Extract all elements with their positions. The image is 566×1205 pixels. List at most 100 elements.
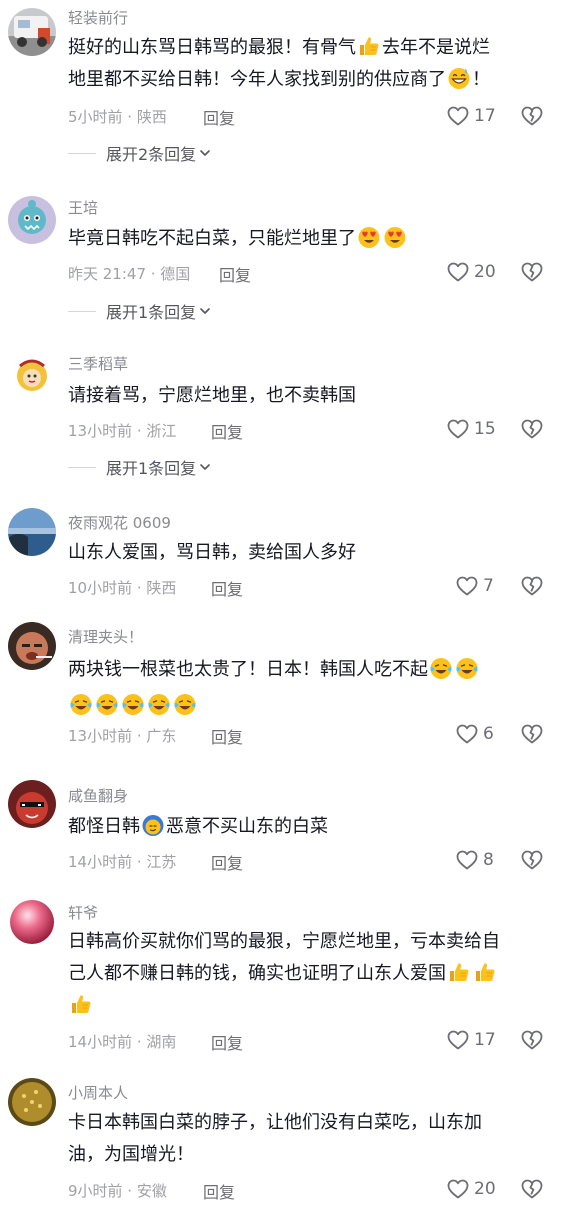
chevron-down-icon: [199, 147, 211, 159]
dislike-button[interactable]: [520, 1028, 544, 1056]
expand-replies-button[interactable]: 展开1条回复: [68, 299, 211, 323]
dislike-button[interactable]: [520, 104, 544, 132]
comment-time-location: 13小时前 · 广东: [68, 727, 177, 745]
like-count: 17: [474, 1030, 496, 1050]
loudly-laughing-emoji-icon: [147, 692, 171, 716]
broken-heart-icon: [520, 104, 544, 128]
avatar[interactable]: [8, 898, 56, 946]
avatar[interactable]: [8, 8, 56, 56]
broken-heart-icon: [520, 260, 544, 284]
comment-time-location: 14小时前 · 湖南: [68, 1033, 177, 1051]
comment-text: 挺好的山东骂日韩骂的最狠！有骨气 去年不是说烂 地里都不买给日韩！今年人家找到别的…: [68, 32, 548, 96]
chevron-down-icon: [199, 305, 211, 317]
broken-heart-icon: [520, 722, 544, 746]
loudly-laughing-emoji-icon: [121, 692, 145, 716]
broken-heart-icon: [520, 417, 544, 441]
chevron-down-icon: [199, 461, 211, 473]
comment-time-location: 13小时前 · 浙江: [68, 422, 177, 440]
comment-username[interactable]: 轻装前行: [68, 7, 128, 28]
dislike-button[interactable]: [520, 417, 544, 445]
comment-username[interactable]: 清理夹头！: [68, 626, 143, 647]
broken-heart-icon: [520, 574, 544, 598]
comment-text: 日韩高价买就你们骂的最狠，宁愿烂地里，亏本卖给自 己人都不赚日韩的钱，确实也证明…: [68, 926, 548, 1022]
comment-text: 山东人爱国，骂日韩，卖给国人多好: [68, 542, 356, 563]
comment-username[interactable]: 轩爷: [68, 902, 98, 923]
like-button[interactable]: 17: [446, 1028, 496, 1052]
loudly-laughing-emoji-icon: [455, 656, 479, 680]
comment-username[interactable]: 王培: [68, 197, 98, 218]
comment-username[interactable]: 小周本人: [68, 1082, 128, 1103]
avatar[interactable]: [8, 196, 56, 244]
like-count: 6: [483, 724, 494, 744]
like-button[interactable]: 6: [455, 722, 494, 746]
like-button[interactable]: 15: [446, 417, 496, 441]
dislike-button[interactable]: [520, 1177, 544, 1205]
expand-replies-label: 展开1条回复: [106, 459, 197, 478]
dislike-button[interactable]: [520, 722, 544, 750]
dislike-button[interactable]: [520, 574, 544, 602]
avatar[interactable]: [8, 780, 56, 828]
like-count: 8: [483, 850, 494, 870]
comment-text: 两块钱一根菜也太贵了！日本！韩国人吃不起: [68, 652, 548, 724]
comment-text: 毕竟日韩吃不起白菜，只能烂地里了: [68, 223, 548, 255]
loudly-laughing-emoji-icon: [173, 692, 197, 716]
expand-replies-label: 展开2条回复: [106, 145, 197, 164]
heart-outline-icon: [446, 1028, 470, 1052]
divider-line: [68, 310, 96, 312]
sly-face-emoji-icon: [141, 813, 165, 837]
like-count: 7: [483, 576, 494, 596]
heart-eyes-emoji-icon: [383, 225, 407, 249]
reply-button[interactable]: 回复: [211, 576, 243, 600]
broken-heart-icon: [520, 1028, 544, 1052]
avatar[interactable]: [8, 622, 56, 670]
reply-button[interactable]: 回复: [211, 1030, 243, 1054]
avatar[interactable]: [8, 352, 56, 400]
heart-outline-icon: [455, 574, 479, 598]
reply-button[interactable]: 回复: [211, 724, 243, 748]
heart-outline-icon: [455, 722, 479, 746]
comment-text: 卡日本韩国白菜的脖子，让他们没有白菜吃，山东加 油，为国增光！: [68, 1112, 482, 1165]
expand-replies-label: 展开1条回复: [106, 303, 197, 322]
comment-username[interactable]: 咸鱼翻身: [68, 785, 128, 806]
thumbs-up-emoji-icon: [447, 960, 471, 984]
broken-heart-icon: [520, 848, 544, 872]
heart-outline-icon: [446, 417, 470, 441]
like-button[interactable]: 20: [446, 1177, 496, 1201]
reply-button[interactable]: 回复: [203, 105, 235, 129]
like-count: 20: [474, 1179, 496, 1199]
reply-button[interactable]: 回复: [203, 1179, 235, 1203]
like-count: 15: [474, 419, 496, 439]
comment-time-location: 昨天 21:47 · 德国: [68, 265, 191, 283]
reply-button[interactable]: 回复: [211, 850, 243, 874]
like-button[interactable]: 7: [455, 574, 494, 598]
comment-time-location: 5小时前 · 陕西: [68, 108, 167, 126]
expand-replies-button[interactable]: 展开1条回复: [68, 455, 211, 479]
expand-replies-button[interactable]: 展开2条回复: [68, 141, 211, 165]
comment-time-location: 14小时前 · 江苏: [68, 853, 177, 871]
like-count: 17: [474, 106, 496, 126]
avatar[interactable]: [8, 1078, 56, 1126]
dislike-button[interactable]: [520, 260, 544, 288]
like-button[interactable]: 17: [446, 104, 496, 128]
heart-outline-icon: [446, 104, 470, 128]
comment-username[interactable]: 三季稻草: [68, 353, 128, 374]
dislike-button[interactable]: [520, 848, 544, 876]
broken-heart-icon: [520, 1177, 544, 1201]
thumbs-up-emoji-icon: [473, 960, 497, 984]
like-button[interactable]: 8: [455, 848, 494, 872]
comment-username[interactable]: 夜雨观花 0609: [68, 512, 171, 533]
divider-line: [68, 466, 96, 468]
grinning-sweat-emoji-icon: [447, 66, 471, 90]
reply-button[interactable]: 回复: [211, 419, 243, 443]
like-count: 20: [474, 262, 496, 282]
heart-eyes-emoji-icon: [357, 225, 381, 249]
thumbs-up-emoji-icon: [357, 34, 381, 58]
heart-outline-icon: [446, 260, 470, 284]
avatar[interactable]: [8, 508, 56, 556]
comment-time-location: 10小时前 · 陕西: [68, 579, 177, 597]
comment-text: 请接着骂，宁愿烂地里，也不卖韩国: [68, 385, 356, 406]
like-button[interactable]: 20: [446, 260, 496, 284]
reply-button[interactable]: 回复: [219, 262, 251, 286]
comment-text: 都怪日韩 恶意不买山东的白菜: [68, 811, 548, 843]
thumbs-up-emoji-icon: [69, 992, 93, 1016]
